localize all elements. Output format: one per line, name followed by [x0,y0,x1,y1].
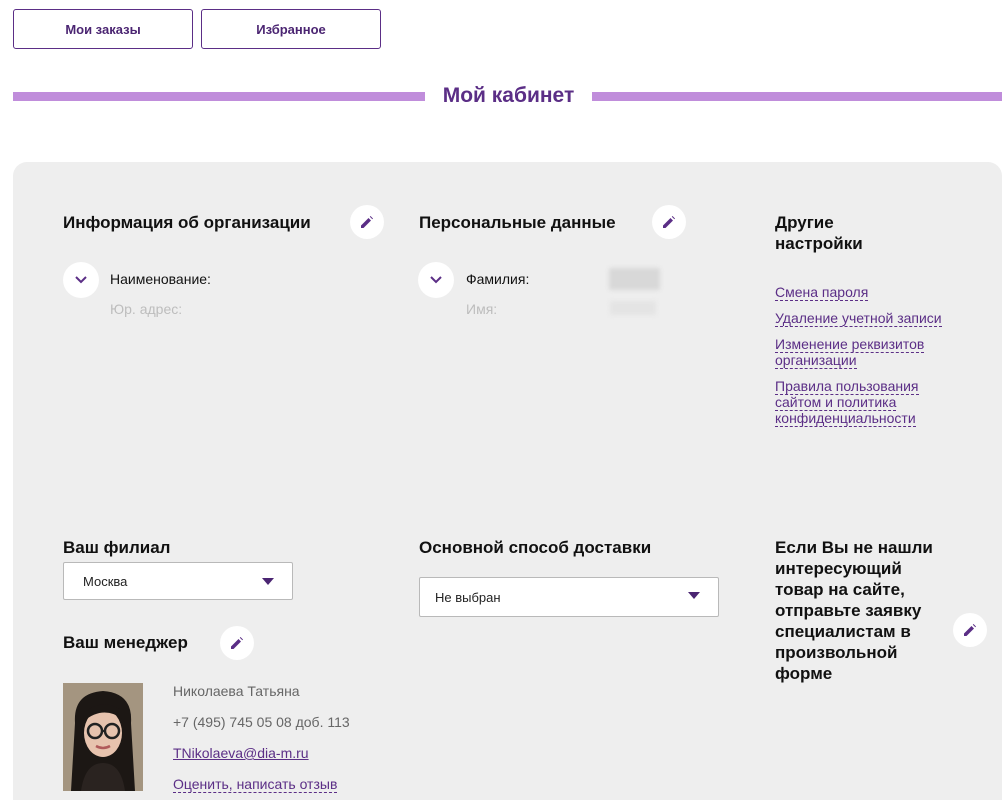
account-panel [13,162,1002,800]
page-title: Мой кабинет [442,84,575,107]
firstname-value-redacted [610,301,656,315]
other-settings-title: Другие настройки [775,212,863,254]
delete-account-link[interactable]: Удаление учетной записи [775,310,955,327]
title-bar-right [592,92,1002,101]
manager-email-link[interactable]: TNikolaeva@dia-m.ru [173,745,309,761]
branch-title: Ваш филиал [63,538,171,557]
other-settings-title-line2: настройки [775,234,863,253]
firstname-label: Имя: [466,301,498,317]
surname-label: Фамилия: [466,271,530,287]
site-rules-link[interactable]: Правила пользования сайтом и политика ко… [775,378,955,427]
caret-down-icon [262,578,274,585]
expand-organization-button[interactable] [63,262,99,298]
edit-organization-button[interactable] [350,205,384,239]
personal-title: Персональные данные [419,213,616,232]
delivery-title: Основной способ доставки [419,538,652,557]
org-name-label: Наименование: [110,271,211,287]
branch-select[interactable]: Москва [63,562,293,600]
surname-value-redacted [609,268,660,290]
organization-title: Информация об организации [63,213,311,232]
my-orders-button[interactable]: Мои заказы [13,9,193,49]
branch-selected-value: Москва [83,573,128,589]
favorites-button[interactable]: Избранное [201,9,381,49]
manager-title: Ваш менеджер [63,633,188,652]
expand-personal-button[interactable] [418,262,454,298]
pencil-icon [361,216,373,228]
chevron-down-icon [75,276,87,284]
title-bar-left [13,92,425,101]
change-requisites-link[interactable]: Изменение реквизитов организации [775,336,955,369]
edit-request-button[interactable] [953,613,987,647]
pencil-icon [231,637,243,649]
request-text: Если Вы не нашли интересующий товар на с… [775,538,933,683]
manager-avatar [63,683,143,791]
org-address-label: Юр. адрес: [110,301,183,317]
manager-phone: +7 (495) 745 05 08 доб. 113 [173,714,350,730]
other-settings-title-line1: Другие [775,213,834,232]
delivery-select[interactable]: Не выбран [419,577,719,617]
pencil-icon [663,216,675,228]
caret-down-icon [688,592,700,599]
rate-manager-link[interactable]: Оценить, написать отзыв [173,776,338,793]
settings-links: Смена пароля Удаление учетной записи Изм… [775,284,955,436]
change-password-link[interactable]: Смена пароля [775,284,955,301]
delivery-selected-value: Не выбран [435,589,501,605]
edit-personal-button[interactable] [652,205,686,239]
chevron-down-icon [430,276,442,284]
manager-name: Николаева Татьяна [173,683,300,699]
edit-manager-button[interactable] [220,626,254,660]
pencil-icon [964,624,976,636]
